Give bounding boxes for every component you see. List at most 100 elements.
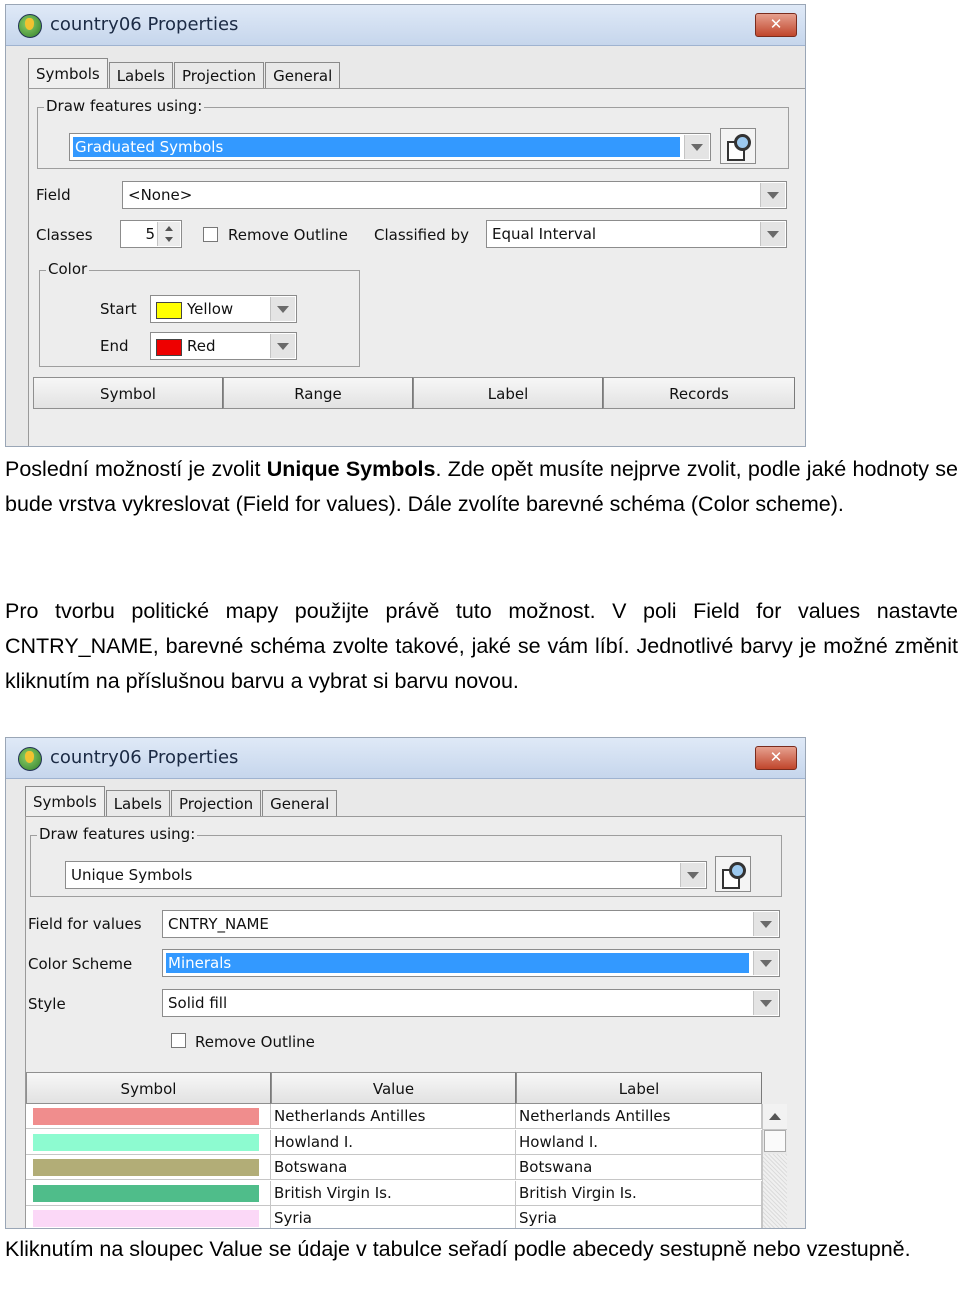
- table-scrollbar[interactable]: [762, 1104, 787, 1228]
- field-for-values-value: CNTRY_NAME: [168, 915, 269, 933]
- end-color-swatch: [156, 339, 182, 356]
- tab-projection[interactable]: Projection: [170, 790, 262, 817]
- scroll-up-icon[interactable]: [763, 1104, 787, 1130]
- close-button[interactable]: ✕: [755, 13, 797, 37]
- globe-app-icon: [18, 747, 42, 771]
- column-header-symbol[interactable]: Symbol: [33, 377, 223, 409]
- column-header-range[interactable]: Range: [223, 377, 413, 409]
- draw-features-select[interactable]: Unique Symbols: [65, 861, 707, 889]
- end-color-value: Red: [187, 337, 216, 355]
- start-color-select[interactable]: Yellow: [150, 295, 297, 323]
- field-for-values-label: Field for values: [28, 915, 142, 933]
- draw-features-group: Draw features using: Graduated Symbols: [37, 97, 789, 169]
- picker-tool-icon[interactable]: [715, 856, 751, 892]
- tab-projection[interactable]: Projection: [173, 62, 265, 89]
- draw-features-label: Draw features using:: [44, 97, 205, 115]
- label-cell[interactable]: Netherlands Antilles: [516, 1104, 762, 1129]
- picker-tool-icon[interactable]: [720, 128, 756, 164]
- symbol-swatch[interactable]: [33, 1184, 259, 1202]
- table-row[interactable]: Syria Syria: [26, 1206, 762, 1228]
- draw-features-select[interactable]: Graduated Symbols: [69, 133, 711, 161]
- draw-features-group: Draw features using: Unique Symbols: [30, 825, 782, 897]
- column-header-records[interactable]: Records: [603, 377, 795, 409]
- title-bar[interactable]: country06 Properties ✕: [6, 738, 805, 779]
- value-cell[interactable]: Syria: [271, 1206, 516, 1228]
- chevron-down-icon[interactable]: [753, 991, 778, 1015]
- classes-value: 5: [145, 225, 155, 243]
- tab-strip: Symbols Labels Projection General: [28, 58, 341, 89]
- column-header-symbol[interactable]: Symbol: [26, 1072, 271, 1104]
- symbol-cell[interactable]: [26, 1206, 271, 1228]
- table-row[interactable]: Netherlands Antilles Netherlands Antilles: [26, 1104, 762, 1129]
- value-cell[interactable]: British Virgin Is.: [271, 1180, 516, 1206]
- remove-outline-checkbox[interactable]: [203, 227, 218, 242]
- style-label: Style: [28, 995, 66, 1013]
- tab-symbols[interactable]: Symbols: [28, 58, 108, 89]
- start-label: Start: [100, 300, 137, 318]
- scroll-track[interactable]: [763, 1154, 787, 1228]
- tab-general[interactable]: General: [262, 790, 338, 817]
- style-select[interactable]: Solid fill: [162, 989, 780, 1017]
- label-cell[interactable]: Howland I.: [516, 1129, 762, 1155]
- column-header-label[interactable]: Label: [516, 1072, 762, 1104]
- symbol-cell[interactable]: [26, 1104, 271, 1129]
- remove-outline-label: Remove Outline: [195, 1033, 315, 1051]
- para1-bold: Unique Symbols: [266, 457, 436, 481]
- color-group-label: Color: [46, 260, 90, 278]
- field-select[interactable]: <None>: [122, 181, 787, 209]
- chevron-down-icon[interactable]: [270, 297, 295, 321]
- field-for-values-select[interactable]: CNTRY_NAME: [162, 910, 780, 938]
- label-cell[interactable]: Syria: [516, 1206, 762, 1228]
- classified-by-select[interactable]: Equal Interval: [486, 220, 787, 248]
- color-scheme-select[interactable]: Minerals: [162, 949, 780, 977]
- tab-labels[interactable]: Labels: [108, 62, 173, 89]
- chevron-down-icon[interactable]: [680, 863, 705, 887]
- label-cell[interactable]: British Virgin Is.: [516, 1180, 762, 1206]
- column-header-value[interactable]: Value: [271, 1072, 516, 1104]
- title-bar[interactable]: country06 Properties ✕: [6, 5, 805, 46]
- chevron-down-icon[interactable]: [753, 912, 778, 936]
- remove-outline-label: Remove Outline: [228, 226, 348, 244]
- chevron-down-icon[interactable]: [270, 334, 295, 358]
- paragraph-political-map: Pro tvorbu politické mapy použijte právě…: [5, 599, 958, 693]
- tab-labels[interactable]: Labels: [105, 790, 170, 817]
- color-scheme-label: Color Scheme: [28, 955, 133, 973]
- tab-strip: Symbols Labels Projection General: [25, 786, 338, 817]
- classified-by-value: Equal Interval: [492, 225, 597, 243]
- symbol-swatch[interactable]: [33, 1108, 259, 1125]
- scroll-thumb[interactable]: [764, 1130, 786, 1152]
- spin-arrows-icon[interactable]: [157, 222, 180, 246]
- chevron-down-icon[interactable]: [753, 951, 778, 975]
- symbols-panel: Draw features using: Graduated Symbols F…: [28, 88, 805, 446]
- value-cell[interactable]: Botswana: [271, 1155, 516, 1180]
- draw-features-label: Draw features using:: [37, 825, 198, 843]
- close-button[interactable]: ✕: [755, 746, 797, 770]
- symbol-swatch[interactable]: [33, 1210, 259, 1227]
- globe-app-icon: [18, 14, 42, 38]
- remove-outline-checkbox[interactable]: [171, 1033, 186, 1048]
- symbol-swatch[interactable]: [33, 1159, 259, 1176]
- table-row[interactable]: Botswana Botswana: [26, 1155, 762, 1180]
- end-color-select[interactable]: Red: [150, 332, 297, 360]
- value-cell[interactable]: Howland I.: [271, 1129, 516, 1155]
- paragraph-unique-symbols-intro: Poslední možností je zvolit Unique Symbo…: [5, 452, 958, 522]
- chevron-down-icon[interactable]: [684, 135, 709, 159]
- symbol-cell[interactable]: [26, 1155, 271, 1180]
- chevron-down-icon[interactable]: [760, 222, 785, 246]
- symbol-cell[interactable]: [26, 1129, 271, 1155]
- paragraph-sorting: Kliknutím na sloupec Value se údaje v ta…: [5, 1237, 911, 1261]
- tab-general[interactable]: General: [265, 62, 341, 89]
- table-row[interactable]: British Virgin Is. British Virgin Is.: [26, 1180, 762, 1206]
- values-table: Netherlands Antilles Netherlands Antilles…: [26, 1104, 762, 1228]
- tab-symbols[interactable]: Symbols: [25, 786, 105, 817]
- column-header-label[interactable]: Label: [413, 377, 603, 409]
- color-group: Color Start Yellow End Red: [39, 260, 360, 367]
- classes-stepper[interactable]: 5: [120, 220, 182, 248]
- table-row[interactable]: Howland I. Howland I.: [26, 1129, 762, 1155]
- chevron-down-icon[interactable]: [760, 183, 785, 207]
- class-table-header: Symbol Range Label Records: [33, 377, 795, 409]
- label-cell[interactable]: Botswana: [516, 1155, 762, 1180]
- value-cell[interactable]: Netherlands Antilles: [271, 1104, 516, 1129]
- symbol-cell[interactable]: [26, 1180, 271, 1206]
- symbol-swatch[interactable]: [33, 1133, 259, 1151]
